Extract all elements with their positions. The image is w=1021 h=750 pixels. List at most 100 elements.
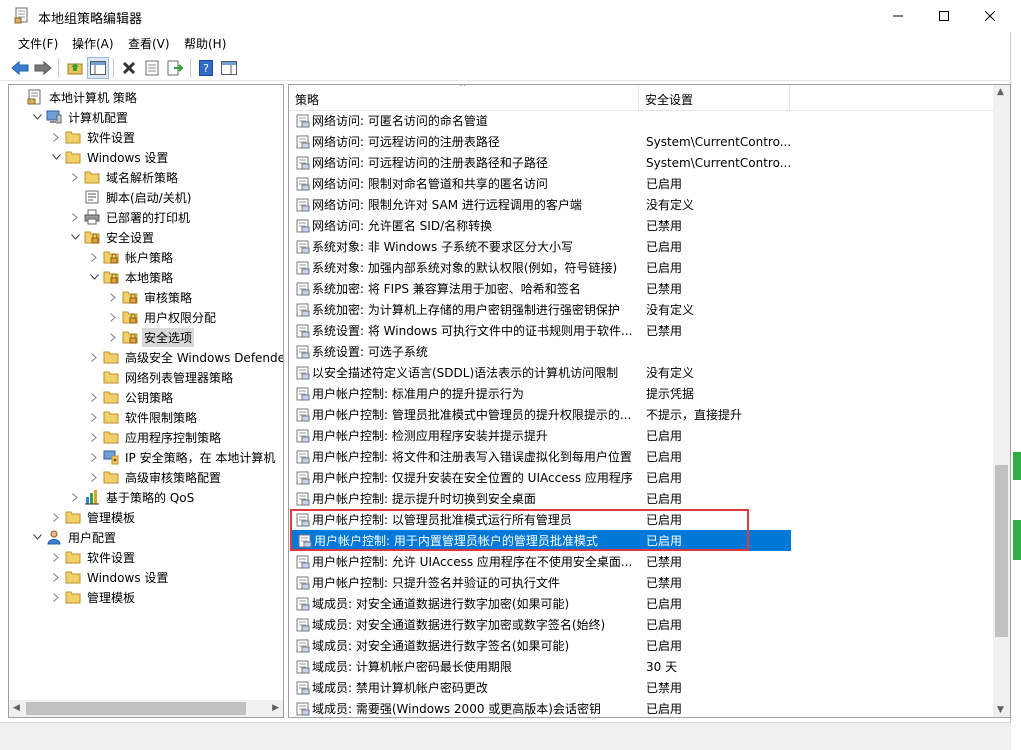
policy-row[interactable]: 用户帐户控制: 只提升签名并验证的可执行文件 已禁用 xyxy=(289,572,994,593)
menu-view[interactable]: 查看(V) xyxy=(128,35,170,52)
chevron-right-icon[interactable] xyxy=(49,587,63,607)
policy-row[interactable]: 网络访问: 可远程访问的注册表路径和子路径 System\CurrentContr… xyxy=(289,152,994,173)
policy-row[interactable]: 用户帐户控制: 管理员批准模式中管理员的提升权限提示的... 不提示，直接提升 xyxy=(289,404,994,425)
policy-row[interactable]: 用户帐户控制: 仅提升安装在安全位置的 UIAccess 应用程序 已启用 xyxy=(289,467,994,488)
chevron-right-icon[interactable] xyxy=(49,127,63,147)
tree-node[interactable]: 管理模板 xyxy=(49,507,137,527)
minimize-button[interactable] xyxy=(875,0,921,32)
tree-node[interactable]: 安全选项 xyxy=(106,327,195,347)
tree-node[interactable]: 软件设置 xyxy=(49,547,137,567)
policy-row[interactable]: 系统加密: 将 FIPS 兼容算法用于加密、哈希和签名 已禁用 xyxy=(289,278,994,299)
tree-node[interactable]: 基于策略的 QoS xyxy=(68,487,196,507)
help-button[interactable]: ? xyxy=(195,57,217,79)
up-level-button[interactable] xyxy=(64,57,86,79)
chevron-down-icon[interactable] xyxy=(30,527,44,547)
policy-row[interactable]: 网络访问: 限制对命名管道和共享的匿名访问 已启用 xyxy=(289,173,994,194)
chevron-right-icon[interactable] xyxy=(87,427,101,447)
title-bar[interactable]: 本地组策略编辑器 xyxy=(0,0,1011,32)
show-hide-tree-button[interactable] xyxy=(87,57,109,79)
policy-row[interactable]: 域成员: 需要强(Windows 2000 或更高版本)会话密钥 已启用 xyxy=(289,698,994,717)
chevron-right-icon[interactable] xyxy=(106,327,120,347)
tree-node[interactable]: IP 安全策略，在 本地计算机 xyxy=(87,447,277,467)
tree-node[interactable]: Windows 设置 xyxy=(49,567,170,587)
policy-row[interactable]: 系统加密: 为计算机上存储的用户密钥强制进行强密钥保护 没有定义 xyxy=(289,299,994,320)
policy-row[interactable]: 域成员: 对安全通道数据进行数字加密(如果可能) 已启用 xyxy=(289,593,994,614)
tree-node[interactable]: 高级安全 Windows Defender 防 xyxy=(87,347,283,367)
chevron-down-icon[interactable] xyxy=(68,227,82,247)
policy-row[interactable]: 系统对象: 非 Windows 子系统不要求区分大小写 已启用 xyxy=(289,236,994,257)
tree-node[interactable]: 软件限制策略 xyxy=(87,407,199,427)
tree-node[interactable]: 本地策略 xyxy=(87,267,175,287)
tree-node[interactable]: 帐户策略 xyxy=(87,247,175,267)
delete-button[interactable] xyxy=(118,57,140,79)
chevron-right-icon[interactable] xyxy=(49,567,63,587)
chevron-right-icon[interactable] xyxy=(87,247,101,267)
menu-action[interactable]: 操作(A) xyxy=(72,35,114,52)
policy-row[interactable]: 用户帐户控制: 检测应用程序安装并提示提升 已启用 xyxy=(289,425,994,446)
policy-row[interactable]: 用户帐户控制: 标准用户的提升提示行为 提示凭据 xyxy=(289,383,994,404)
policy-row[interactable]: 域成员: 对安全通道数据进行数字签名(如果可能) 已启用 xyxy=(289,635,994,656)
chevron-right-icon[interactable] xyxy=(106,287,120,307)
policy-row[interactable]: 系统对象: 加强内部系统对象的默认权限(例如，符号链接) 已启用 xyxy=(289,257,994,278)
chevron-right-icon[interactable] xyxy=(87,387,101,407)
policy-row[interactable]: 用户帐户控制: 用于内置管理员帐户的管理员批准模式 已启用 xyxy=(291,530,791,551)
tree-node[interactable]: 安全设置 xyxy=(68,227,156,247)
scroll-right-icon[interactable]: ▶ xyxy=(272,703,279,713)
scroll-up-icon[interactable]: ▲ xyxy=(997,87,1004,97)
tree-node[interactable]: 用户配置 xyxy=(30,527,118,547)
policy-row[interactable]: 网络访问: 允许匿名 SID/名称转换 已禁用 xyxy=(289,215,994,236)
maximize-button[interactable] xyxy=(921,0,967,32)
policy-row[interactable]: 以安全描述符定义语言(SDDL)语法表示的计算机访问限制 没有定义 xyxy=(289,362,994,383)
list-vertical-scrollbar[interactable]: ▲ ▼ xyxy=(993,85,1010,717)
tree-node[interactable]: 高级审核策略配置 xyxy=(87,467,223,487)
chevron-right-icon[interactable] xyxy=(87,467,101,487)
policy-row[interactable]: 域成员: 对安全通道数据进行数字加密或数字签名(始终) 已启用 xyxy=(289,614,994,635)
policy-row[interactable]: 域成员: 禁用计算机帐户密码更改 已禁用 xyxy=(289,677,994,698)
tree-node[interactable]: 公钥策略 xyxy=(87,387,175,407)
scroll-left-icon[interactable]: ◀ xyxy=(13,703,20,713)
chevron-right-icon[interactable] xyxy=(49,507,63,527)
show-action-pane-button[interactable] xyxy=(218,57,240,79)
tree-node[interactable]: 域名解析策略 xyxy=(68,167,180,187)
chevron-right-icon[interactable] xyxy=(68,207,82,227)
chevron-down-icon[interactable] xyxy=(87,267,101,287)
tree-node[interactable]: Windows 设置 xyxy=(49,147,170,167)
properties-button[interactable] xyxy=(141,57,163,79)
scroll-down-icon[interactable]: ▼ xyxy=(997,705,1004,715)
tree-node[interactable]: 软件设置 xyxy=(49,127,137,147)
policy-list[interactable]: ^ 策略 安全设置 网络访问: 可匿名访问的命名管道 网络访问: 可远程访问的注册… xyxy=(288,84,1011,718)
policy-row[interactable]: 域成员: 计算机帐户密码最长使用期限 30 天 xyxy=(289,656,994,677)
chevron-right-icon[interactable] xyxy=(87,407,101,427)
close-button[interactable] xyxy=(967,0,1013,32)
tree-horizontal-scrollbar[interactable]: ◀ ▶ xyxy=(9,700,283,717)
chevron-right-icon[interactable] xyxy=(87,447,101,467)
policy-row[interactable]: 系统设置: 将 Windows 可执行文件中的证书规则用于软件... 已禁用 xyxy=(289,320,994,341)
back-button[interactable] xyxy=(9,57,31,79)
chevron-right-icon[interactable] xyxy=(68,167,82,187)
menu-help[interactable]: 帮助(H) xyxy=(184,35,226,52)
forward-button[interactable] xyxy=(32,57,54,79)
tree-node[interactable]: 用户权限分配 xyxy=(106,307,218,327)
column-header-policy[interactable]: 策略 xyxy=(295,91,319,108)
tree-node[interactable]: 应用程序控制策略 xyxy=(87,427,223,447)
export-list-button[interactable] xyxy=(164,57,186,79)
policy-row[interactable]: 网络访问: 可匿名访问的命名管道 xyxy=(289,110,994,131)
tree-node[interactable]: 计算机配置 xyxy=(30,107,130,127)
list-scroll-thumb[interactable] xyxy=(995,465,1008,637)
column-header-security-setting[interactable]: 安全设置 xyxy=(645,91,693,108)
tree-node[interactable]: 脚本(启动/关机) xyxy=(68,187,193,207)
policy-row[interactable]: 用户帐户控制: 以管理员批准模式运行所有管理员 已启用 xyxy=(289,509,994,530)
policy-row[interactable]: 网络访问: 限制允许对 SAM 进行远程调用的客户端 没有定义 xyxy=(289,194,994,215)
policy-row[interactable]: 用户帐户控制: 允许 UIAccess 应用程序在不使用安全桌面... 已禁用 xyxy=(289,551,994,572)
chevron-right-icon[interactable] xyxy=(68,487,82,507)
tree-node[interactable]: 审核策略 xyxy=(106,287,194,307)
chevron-down-icon[interactable] xyxy=(30,107,44,127)
tree-node[interactable]: 管理模板 xyxy=(49,587,137,607)
console-tree[interactable]: 本地计算机 策略 计算机配置 软件设置 Windows 设置 域名解析策略 脚本(启动/关… xyxy=(8,84,284,718)
tree-node[interactable]: 网络列表管理器策略 xyxy=(87,367,235,387)
policy-row[interactable]: 用户帐户控制: 提示提升时切换到安全桌面 已启用 xyxy=(289,488,994,509)
policy-row[interactable]: 系统设置: 可选子系统 xyxy=(289,341,994,362)
policy-row[interactable]: 用户帐户控制: 将文件和注册表写入错误虚拟化到每用户位置 已启用 xyxy=(289,446,994,467)
chevron-down-icon[interactable] xyxy=(49,147,63,167)
menu-file[interactable]: 文件(F) xyxy=(18,35,58,52)
